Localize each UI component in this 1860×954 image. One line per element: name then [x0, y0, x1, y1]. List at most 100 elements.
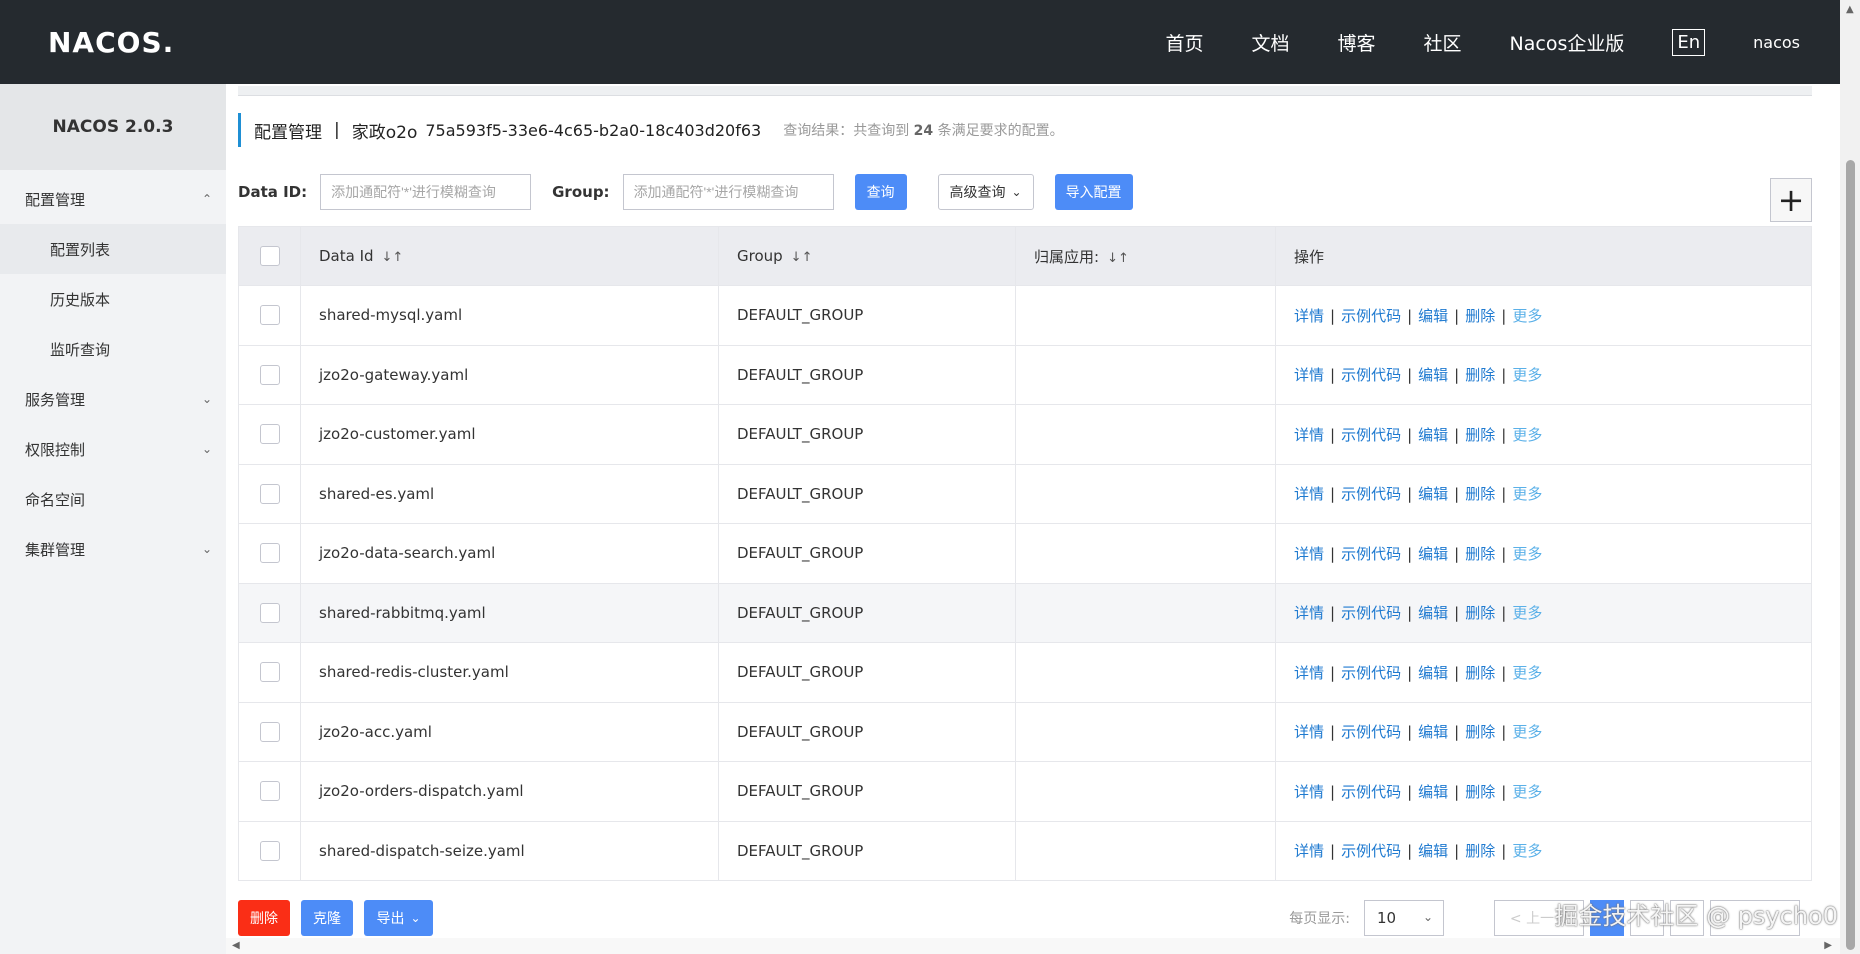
row-checkbox[interactable]	[259, 305, 280, 326]
row-checkbox[interactable]	[259, 721, 280, 742]
sidebar-item-cluster-management[interactable]: 集群管理 ⌄	[0, 524, 226, 574]
edit-link[interactable]: 编辑	[1418, 783, 1448, 801]
detail-link[interactable]: 详情	[1294, 485, 1324, 503]
header-dataid[interactable]: Data Id ↓↑	[300, 226, 719, 286]
more-link[interactable]: 更多	[1512, 485, 1542, 503]
sample-code-link[interactable]: 示例代码	[1341, 307, 1401, 325]
row-checkbox[interactable]	[259, 602, 280, 623]
sidebar-item-namespace[interactable]: 命名空间	[0, 474, 226, 524]
select-all-checkbox[interactable]	[259, 246, 280, 266]
horizontal-scrollbar[interactable]: ◀ ▶	[226, 938, 1840, 954]
delete-link[interactable]: 删除	[1465, 783, 1495, 801]
edit-link[interactable]: 编辑	[1418, 723, 1448, 741]
sample-code-link[interactable]: 示例代码	[1341, 842, 1401, 860]
scroll-thumb[interactable]	[1846, 160, 1855, 950]
detail-link[interactable]: 详情	[1294, 664, 1324, 682]
detail-link[interactable]: 详情	[1294, 842, 1324, 860]
detail-link[interactable]: 详情	[1294, 426, 1324, 444]
group-search-input[interactable]	[622, 174, 834, 210]
nav-community[interactable]: 社区	[1424, 29, 1462, 56]
more-link[interactable]: 更多	[1512, 842, 1542, 860]
edit-link[interactable]: 编辑	[1418, 664, 1448, 682]
language-toggle-button[interactable]: En	[1672, 28, 1706, 56]
sample-code-link[interactable]: 示例代码	[1341, 426, 1401, 444]
scroll-up-icon[interactable]: ▲	[1846, 4, 1854, 15]
bulk-delete-button[interactable]: 删除	[238, 900, 290, 936]
import-config-button[interactable]: 导入配置	[1054, 174, 1133, 210]
add-config-button[interactable]: +	[1770, 178, 1812, 222]
scroll-left-icon[interactable]: ◀	[232, 940, 240, 951]
nav-blog[interactable]: 博客	[1337, 29, 1375, 56]
sample-code-link[interactable]: 示例代码	[1341, 485, 1401, 503]
more-link[interactable]: 更多	[1512, 545, 1542, 563]
more-link[interactable]: 更多	[1512, 307, 1542, 325]
sidebar-item-listener-query[interactable]: 监听查询	[0, 324, 226, 374]
clone-button[interactable]: 克隆	[301, 900, 353, 936]
row-checkbox[interactable]	[259, 424, 280, 445]
dataid-search-input[interactable]	[320, 174, 532, 210]
row-checkbox[interactable]	[259, 840, 280, 861]
edit-link[interactable]: 编辑	[1418, 366, 1448, 384]
edit-link[interactable]: 编辑	[1418, 307, 1448, 325]
sidebar-item-config-list[interactable]: 配置列表	[0, 224, 226, 274]
row-checkbox[interactable]	[259, 543, 280, 564]
edit-link[interactable]: 编辑	[1418, 426, 1448, 444]
sidebar-item-label: 监听查询	[50, 340, 111, 359]
nav-home[interactable]: 首页	[1165, 29, 1203, 56]
header-app[interactable]: 归属应用: ↓↑	[1015, 226, 1276, 286]
sidebar-item-history[interactable]: 历史版本	[0, 274, 226, 324]
user-menu[interactable]: nacos	[1753, 33, 1800, 52]
detail-link[interactable]: 详情	[1294, 545, 1324, 563]
row-checkbox[interactable]	[259, 364, 280, 385]
detail-link[interactable]: 详情	[1294, 783, 1324, 801]
delete-link[interactable]: 删除	[1465, 545, 1495, 563]
nav-enterprise[interactable]: Nacos企业版	[1510, 29, 1625, 56]
sample-code-link[interactable]: 示例代码	[1341, 664, 1401, 682]
sample-code-link[interactable]: 示例代码	[1341, 723, 1401, 741]
edit-link[interactable]: 编辑	[1418, 842, 1448, 860]
delete-link[interactable]: 删除	[1465, 485, 1495, 503]
edit-link[interactable]: 编辑	[1418, 485, 1448, 503]
delete-link[interactable]: 删除	[1465, 604, 1495, 622]
sidebar-item-access-control[interactable]: 权限控制 ⌄	[0, 424, 226, 474]
scroll-right-icon[interactable]: ▶	[1824, 940, 1832, 951]
sort-icon[interactable]: ↓↑	[382, 250, 404, 265]
sort-icon[interactable]: ↓↑	[1107, 251, 1129, 266]
export-button[interactable]: 导出 ⌄	[364, 900, 433, 936]
detail-link[interactable]: 详情	[1294, 366, 1324, 384]
nav-docs[interactable]: 文档	[1251, 29, 1289, 56]
sidebar-item-config-management[interactable]: 配置管理 ⌃	[0, 174, 226, 224]
sidebar-item-service-management[interactable]: 服务管理 ⌄	[0, 374, 226, 424]
delete-link[interactable]: 删除	[1465, 307, 1495, 325]
page-size-select[interactable]: 10 ⌄	[1364, 900, 1444, 936]
row-checkbox[interactable]	[259, 662, 280, 683]
more-link[interactable]: 更多	[1512, 664, 1542, 682]
edit-link[interactable]: 编辑	[1418, 604, 1448, 622]
more-link[interactable]: 更多	[1512, 604, 1542, 622]
vertical-scrollbar[interactable]: ▲	[1840, 0, 1860, 954]
sample-code-link[interactable]: 示例代码	[1341, 545, 1401, 563]
delete-link[interactable]: 删除	[1465, 426, 1495, 444]
sample-code-link[interactable]: 示例代码	[1341, 604, 1401, 622]
delete-link[interactable]: 删除	[1465, 842, 1495, 860]
sort-icon[interactable]: ↓↑	[791, 250, 813, 265]
detail-link[interactable]: 详情	[1294, 723, 1324, 741]
advanced-query-button[interactable]: 高级查询 ⌄	[937, 174, 1034, 210]
more-link[interactable]: 更多	[1512, 426, 1542, 444]
sample-code-link[interactable]: 示例代码	[1341, 783, 1401, 801]
sample-code-link[interactable]: 示例代码	[1341, 366, 1401, 384]
more-link[interactable]: 更多	[1512, 366, 1542, 384]
row-checkbox[interactable]	[259, 483, 280, 504]
more-link[interactable]: 更多	[1512, 723, 1542, 741]
query-button[interactable]: 查询	[854, 174, 907, 210]
header-group[interactable]: Group ↓↑	[718, 226, 1016, 286]
detail-link[interactable]: 详情	[1294, 307, 1324, 325]
detail-link[interactable]: 详情	[1294, 604, 1324, 622]
delete-link[interactable]: 删除	[1465, 366, 1495, 384]
edit-link[interactable]: 编辑	[1418, 545, 1448, 563]
nacos-logo[interactable]: NACOS.	[48, 26, 174, 59]
row-checkbox[interactable]	[259, 781, 280, 802]
more-link[interactable]: 更多	[1512, 783, 1542, 801]
delete-link[interactable]: 删除	[1465, 664, 1495, 682]
delete-link[interactable]: 删除	[1465, 723, 1495, 741]
